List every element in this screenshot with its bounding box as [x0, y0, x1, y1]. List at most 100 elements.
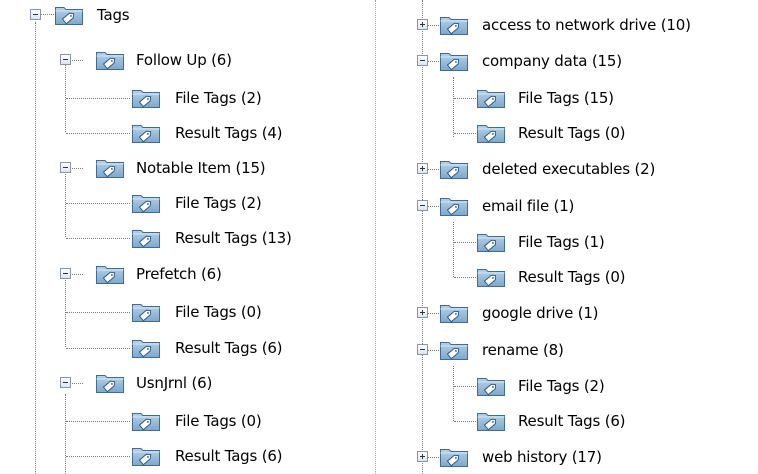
tags-tree-pane-continued: access to network drive (10) company dat…	[383, 0, 758, 474]
tree-line	[454, 98, 476, 99]
tag-folder-icon	[95, 159, 125, 179]
tree-node-label: Result Tags (6)	[175, 339, 283, 357]
tag-folder-icon	[131, 303, 161, 323]
tree-node-label: rename (8)	[482, 341, 564, 359]
expand-toggle-icon[interactable]	[417, 19, 428, 30]
tree-node-label: File Tags (0)	[175, 412, 262, 430]
tree-node-follow-up[interactable]: Follow Up (6)	[0, 45, 300, 75]
tag-folder-icon	[131, 412, 161, 432]
tree-node-result-tags[interactable]: Result Tags (0)	[383, 262, 683, 292]
tree-node-access-to-network-drive[interactable]: access to network drive (10)	[383, 10, 758, 40]
tree-node-result-tags[interactable]: Result Tags (6)	[0, 333, 340, 363]
tree-node-label: UsnJrnl (6)	[136, 374, 213, 392]
tree-node-label: company data (15)	[482, 52, 622, 70]
tree-node-label: Result Tags (13)	[175, 229, 292, 247]
tree-node-label: File Tags (2)	[518, 377, 605, 395]
tree-node-prefetch[interactable]: Prefetch (6)	[0, 259, 300, 289]
tag-folder-icon	[54, 6, 84, 26]
tree-line	[66, 421, 130, 422]
tag-folder-icon	[476, 377, 506, 397]
tree-node-notable-item[interactable]: Notable Item (15)	[0, 153, 300, 183]
tree-node-label: Result Tags (0)	[518, 124, 626, 142]
tree-line	[454, 133, 476, 134]
tree-node-google-drive[interactable]: google drive (1)	[383, 298, 683, 328]
tag-folder-icon	[476, 124, 506, 144]
tree-node-label: email file (1)	[482, 197, 575, 215]
tree-node-label: deleted executables (2)	[482, 160, 656, 178]
tree-node-label: File Tags (15)	[518, 89, 614, 107]
collapse-toggle-icon[interactable]	[60, 54, 71, 65]
tree-node-label: File Tags (1)	[518, 233, 605, 251]
collapse-toggle-icon[interactable]	[30, 9, 41, 20]
tree-node-result-tags[interactable]: Result Tags (13)	[0, 223, 350, 253]
collapse-toggle-icon[interactable]	[417, 200, 428, 211]
tree-node-result-tags[interactable]: Result Tags (6)	[383, 406, 683, 436]
tag-folder-icon	[439, 448, 469, 468]
tree-node-file-tags[interactable]: File Tags (0)	[0, 297, 330, 327]
tree-line	[66, 98, 130, 99]
tag-folder-icon	[439, 52, 469, 72]
tree-node-label: Result Tags (0)	[518, 268, 626, 286]
tree-node-label: Result Tags (6)	[175, 447, 283, 465]
tag-folder-icon	[95, 51, 125, 71]
tree-node-web-history[interactable]: web history (17)	[383, 442, 683, 472]
collapse-toggle-icon[interactable]	[417, 344, 428, 355]
tag-folder-icon	[131, 339, 161, 359]
tree-node-label: Prefetch (6)	[136, 265, 222, 283]
tree-node-tags[interactable]: Tags	[0, 0, 200, 30]
tree-node-label: google drive (1)	[482, 304, 599, 322]
tree-node-deleted-executables[interactable]: deleted executables (2)	[383, 154, 723, 184]
tag-folder-icon	[476, 233, 506, 253]
tag-folder-icon	[439, 341, 469, 361]
tree-node-label: Result Tags (4)	[175, 124, 283, 142]
tag-folder-icon	[439, 197, 469, 217]
tree-line	[454, 277, 476, 278]
tag-folder-icon	[95, 374, 125, 394]
tag-folder-icon	[131, 194, 161, 214]
tree-node-file-tags[interactable]: File Tags (2)	[0, 83, 330, 113]
tree-node-label: File Tags (0)	[175, 303, 262, 321]
tree-node-file-tags[interactable]: File Tags (2)	[0, 188, 330, 218]
tree-node-rename[interactable]: rename (8)	[383, 335, 683, 365]
tag-folder-icon	[476, 412, 506, 432]
tag-folder-icon	[131, 447, 161, 467]
tree-node-file-tags[interactable]: File Tags (15)	[383, 83, 683, 113]
tree-line	[66, 312, 130, 313]
tree-line	[66, 133, 130, 134]
tree-line	[454, 421, 476, 422]
tag-folder-icon	[439, 304, 469, 324]
tree-node-result-tags[interactable]: Result Tags (6)	[0, 441, 340, 471]
tree-node-usnjrnl[interactable]: UsnJrnl (6)	[0, 368, 300, 398]
tree-node-email-file[interactable]: email file (1)	[383, 191, 683, 221]
collapse-toggle-icon[interactable]	[60, 162, 71, 173]
tree-node-result-tags[interactable]: Result Tags (0)	[383, 118, 683, 148]
tree-node-file-tags[interactable]: File Tags (1)	[383, 227, 683, 257]
tag-folder-icon	[131, 89, 161, 109]
collapse-toggle-icon[interactable]	[417, 55, 428, 66]
expand-toggle-icon[interactable]	[417, 163, 428, 174]
tag-folder-icon	[439, 160, 469, 180]
tree-node-label: Result Tags (6)	[518, 412, 626, 430]
tags-tree-pane: Tags Follow Up (6) File Tags (2) Result …	[0, 0, 370, 474]
tree-node-file-tags[interactable]: File Tags (0)	[0, 406, 330, 436]
tree-node-company-data[interactable]: company data (15)	[383, 46, 683, 76]
collapse-toggle-icon[interactable]	[60, 377, 71, 388]
tree-node-label: File Tags (2)	[175, 89, 262, 107]
tree-node-label: Tags	[97, 6, 130, 24]
tree-node-label: File Tags (2)	[175, 194, 262, 212]
tree-node-result-tags[interactable]: Result Tags (4)	[0, 118, 340, 148]
tree-node-file-tags[interactable]: File Tags (2)	[383, 371, 683, 401]
expand-toggle-icon[interactable]	[417, 451, 428, 462]
tag-folder-icon	[476, 89, 506, 109]
tree-line	[454, 386, 476, 387]
tree-line	[66, 456, 130, 457]
expand-toggle-icon[interactable]	[417, 307, 428, 318]
pane-divider	[375, 0, 376, 474]
tree-line	[66, 348, 130, 349]
collapse-toggle-icon[interactable]	[60, 268, 71, 279]
tree-node-label: Follow Up (6)	[136, 51, 232, 69]
tree-line	[66, 203, 130, 204]
tag-folder-icon	[476, 268, 506, 288]
tag-folder-icon	[95, 265, 125, 285]
tag-folder-icon	[439, 16, 469, 36]
